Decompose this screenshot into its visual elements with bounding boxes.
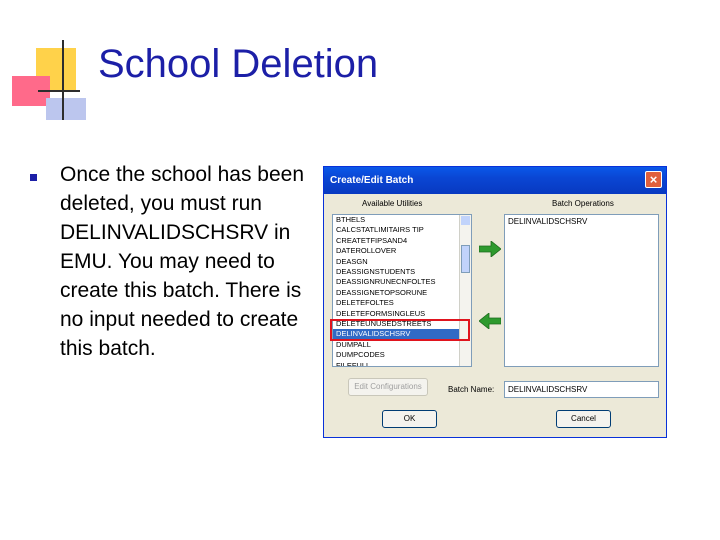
batch-operations-list[interactable]: DELINVALIDSCHSRV [504,214,659,367]
remove-arrow-icon[interactable] [479,313,501,329]
list-scrollbar[interactable] [459,215,471,366]
utility-list-item[interactable]: DATEROLLOVER [333,246,471,256]
utility-list-item[interactable]: DELETEFORMSINGLEUS [333,309,471,319]
dialog-titlebar[interactable]: Create/Edit Batch × [324,167,666,194]
batch-list-item[interactable]: DELINVALIDSCHSRV [505,215,658,228]
selection-highlight-box [330,319,470,341]
utility-list-item[interactable]: DELETEFOLTES [333,298,471,308]
cancel-button[interactable]: Cancel [556,410,611,428]
batch-name-label: Batch Name: [448,385,495,394]
utility-list-item[interactable]: DEASSIGNRUNECNFOLTES [333,277,471,287]
logo-horizontal-line [38,90,80,92]
slide-body-text: Once the school has been deleted, you mu… [60,163,305,360]
batch-name-input[interactable]: DELINVALIDSCHSRV [504,381,659,398]
dialog-title: Create/Edit Batch [330,175,414,186]
decorative-logo [0,0,110,125]
available-utilities-list[interactable]: BTHELS CALCSTATLIMITAIRS TIP CREATETFIPSAN… [332,214,472,367]
utility-list-item[interactable]: DUMPALL [333,340,471,350]
create-edit-batch-dialog: Create/Edit Batch × Available Utilities … [323,166,667,438]
batch-operations-label: Batch Operations [552,199,614,208]
scroll-thumb[interactable] [461,245,470,273]
utility-list-item[interactable]: DEASSIGNSTUDENTS [333,267,471,277]
utility-list-item[interactable]: DEASSIGNETOPSORUNE [333,288,471,298]
edit-configurations-button[interactable]: Edit Configurations [348,378,428,396]
available-utilities-label: Available Utilities [362,199,423,208]
utility-list-item[interactable]: DUMPCODES [333,350,471,360]
utility-list-item[interactable]: BTHELS [333,215,471,225]
ok-button[interactable]: OK [382,410,437,428]
utility-list-item[interactable]: CALCSTATLIMITAIRS TIP [333,225,471,235]
utility-list-item[interactable]: CREATETFIPSAND4 [333,236,471,246]
slide-title: School Deletion [98,42,379,86]
bullet-marker [30,174,37,181]
utility-list-item[interactable]: DEASGN [333,257,471,267]
close-icon[interactable]: × [645,171,662,188]
logo-blue-square [46,98,86,120]
add-arrow-icon[interactable] [479,241,501,257]
scroll-up-arrow-icon[interactable] [461,216,470,225]
logo-vertical-line [62,40,64,120]
utility-list-item[interactable]: FILEFULL [333,361,471,366]
